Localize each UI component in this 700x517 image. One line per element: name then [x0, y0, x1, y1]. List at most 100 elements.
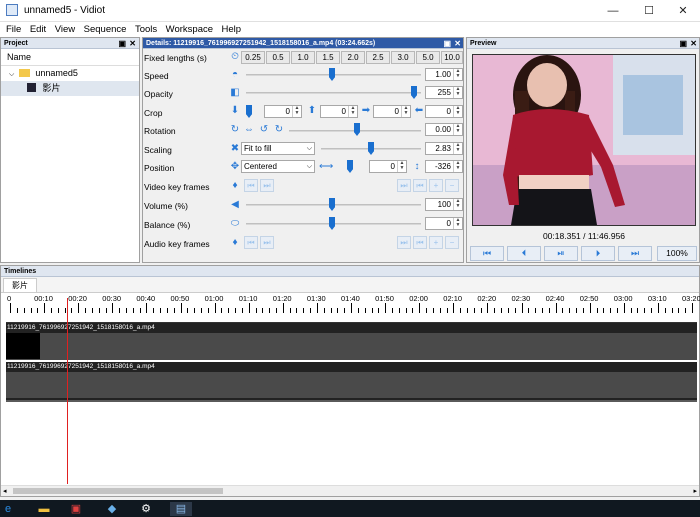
menu-file[interactable]: File	[3, 22, 24, 37]
spin-arrows-icon[interactable]: ▲ ▼	[348, 106, 357, 117]
tab-sequence[interactable]: 影片	[3, 278, 37, 292]
menu-tools[interactable]: Tools	[132, 22, 160, 37]
rotate-left-icon[interactable]: ↺	[258, 124, 270, 136]
akf-add-button[interactable]: +	[429, 236, 443, 249]
akf-remove-button[interactable]: −	[445, 236, 459, 249]
vkf-first-button[interactable]: ⏭	[397, 179, 411, 192]
maximize-button[interactable]: ☐	[632, 0, 666, 22]
speed-input[interactable]: 1.00 ▲ ▼	[425, 68, 463, 81]
fixed-length-0.25[interactable]: 0.25	[241, 51, 265, 64]
audio-clip[interactable]: 11219916_761996927251942_1518158016_a.mp…	[6, 362, 697, 400]
rotate-right-icon[interactable]: ↻	[273, 124, 285, 136]
tree-item-root[interactable]: ⌵ unnamed5	[1, 66, 139, 81]
next-frame-button[interactable]: ⏵	[581, 246, 615, 261]
akf-last-button[interactable]: ⏮	[413, 236, 427, 249]
next-keyframe-button[interactable]: ⏭	[260, 179, 274, 192]
spin-arrows-icon[interactable]: ▲ ▼	[453, 199, 462, 210]
fixed-length-1.5[interactable]: 1.5	[316, 51, 340, 64]
fixed-length-1.0[interactable]: 1.0	[291, 51, 315, 64]
fixed-length-3.0[interactable]: 3.0	[391, 51, 415, 64]
crop-top-input[interactable]: 0 ▲ ▼	[320, 105, 358, 118]
menu-edit[interactable]: Edit	[27, 22, 49, 37]
video-clip[interactable]: 11219916_761996927251942_1518158016_a.mp…	[6, 323, 697, 360]
scaling-mode-select[interactable]: Fit to fill ⌵	[241, 142, 315, 155]
close-icon[interactable]: ✕	[129, 38, 136, 49]
play-button[interactable]: ⏯	[544, 246, 578, 261]
menu-view[interactable]: View	[52, 22, 78, 37]
vidiot-taskbar-icon[interactable]: ▤	[170, 502, 192, 516]
fixed-length-5.0[interactable]: 5.0	[416, 51, 440, 64]
menu-sequence[interactable]: Sequence	[81, 22, 130, 37]
menu-help[interactable]: Help	[219, 22, 245, 37]
vkf-remove-button[interactable]: −	[445, 179, 459, 192]
app-icon-taskbar[interactable]: ◆	[104, 502, 120, 516]
position-y-input[interactable]: -326 ▲ ▼	[425, 160, 463, 173]
crop-bottom-thumb[interactable]	[246, 105, 252, 118]
settings-icon[interactable]: ⚙	[138, 502, 154, 516]
fixed-length-0.5[interactable]: 0.5	[266, 51, 290, 64]
video-preview-frame[interactable]	[472, 54, 696, 226]
close-button[interactable]: ✕	[666, 0, 700, 22]
audio-prev-keyframe-button[interactable]: ⏮	[244, 236, 258, 249]
rotate-icon[interactable]: ↻	[229, 124, 241, 136]
close-icon[interactable]: ✕	[690, 38, 697, 49]
crop-left-input[interactable]: 0 ▲ ▼	[425, 105, 463, 118]
spin-arrows-icon[interactable]: ▲ ▼	[453, 124, 462, 135]
close-icon[interactable]: ✕	[454, 38, 461, 48]
scroll-right-icon[interactable]: ▸	[693, 487, 697, 495]
minimize-button[interactable]: —	[596, 0, 630, 22]
rotation-slider-thumb[interactable]	[354, 123, 360, 136]
scaling-slider-thumb[interactable]	[368, 142, 374, 155]
volume-input[interactable]: 100 ▲ ▼	[425, 198, 463, 211]
speed-slider-thumb[interactable]	[329, 68, 335, 81]
rotation-input[interactable]: 0.00 ▲ ▼	[425, 123, 463, 136]
fixed-length-2.0[interactable]: 2.0	[341, 51, 365, 64]
opacity-slider[interactable]	[246, 92, 421, 94]
file-explorer-icon[interactable]: ▬	[36, 502, 52, 516]
position-x-input[interactable]: 0 ▲ ▼	[369, 160, 407, 173]
balance-input[interactable]: 0 ▲ ▼	[425, 217, 463, 230]
flip-icon[interactable]: ⇔	[243, 124, 255, 136]
playhead-cursor[interactable]	[67, 298, 68, 484]
edge-icon[interactable]: e	[0, 502, 16, 516]
fixed-length-2.5[interactable]: 2.5	[366, 51, 390, 64]
float-icon[interactable]: ▣	[679, 38, 687, 49]
store-icon[interactable]: ▣	[68, 502, 84, 516]
audio-next-keyframe-button[interactable]: ⏭	[260, 236, 274, 249]
scroll-thumb[interactable]	[13, 488, 223, 494]
akf-first-button[interactable]: ⏭	[397, 236, 411, 249]
crop-bottom-input[interactable]: 0 ▲ ▼	[264, 105, 302, 118]
zoom-button[interactable]: 100%	[657, 246, 697, 261]
scroll-left-icon[interactable]: ◂	[3, 487, 7, 495]
project-column-header[interactable]: Name	[1, 49, 139, 66]
spin-arrows-icon[interactable]: ▲ ▼	[397, 161, 406, 172]
vkf-add-button[interactable]: +	[429, 179, 443, 192]
skip-to-start-button[interactable]: ⏮	[470, 246, 504, 261]
balance-slider-thumb[interactable]	[329, 217, 335, 230]
previous-frame-button[interactable]: ⏴	[507, 246, 541, 261]
tree-item-sequence[interactable]: 影片	[1, 81, 139, 96]
skip-to-end-button[interactable]: ⏭	[618, 246, 652, 261]
horizontal-scrollbar[interactable]: ◂ ▸	[1, 485, 699, 496]
spin-arrows-icon[interactable]: ▲ ▼	[453, 143, 462, 154]
spin-arrows-icon[interactable]: ▲ ▼	[453, 69, 462, 80]
vkf-last-button[interactable]: ⏮	[413, 179, 427, 192]
position-mode-select[interactable]: Centered ⌵	[241, 160, 315, 173]
spin-arrows-icon[interactable]: ▲ ▼	[292, 106, 301, 117]
position-x-thumb[interactable]	[347, 160, 353, 173]
float-icon[interactable]: ▣	[118, 38, 126, 49]
opacity-input[interactable]: 255 ▲ ▼	[425, 86, 463, 99]
spin-arrows-icon[interactable]: ▲ ▼	[401, 106, 410, 117]
prev-keyframe-button[interactable]: ⏮	[244, 179, 258, 192]
chevron-down-icon[interactable]: ⌵	[9, 71, 14, 78]
float-icon[interactable]: ▣	[443, 38, 451, 48]
menu-workspace[interactable]: Workspace	[163, 22, 216, 37]
fixed-length-10.0[interactable]: 10.0	[441, 51, 463, 64]
time-ruler[interactable]: 0 00:10 00:20 00:30 00:40 00:50 01:00 01:10 01:2…	[1, 294, 700, 316]
opacity-slider-thumb[interactable]	[411, 86, 417, 99]
crop-right-input[interactable]: 0 ▲ ▼	[373, 105, 411, 118]
spin-arrows-icon[interactable]: ▲ ▼	[453, 87, 462, 98]
spin-arrows-icon[interactable]: ▲ ▼	[453, 161, 462, 172]
volume-slider-thumb[interactable]	[329, 198, 335, 211]
scaling-input[interactable]: 2.83 ▲ ▼	[425, 142, 463, 155]
